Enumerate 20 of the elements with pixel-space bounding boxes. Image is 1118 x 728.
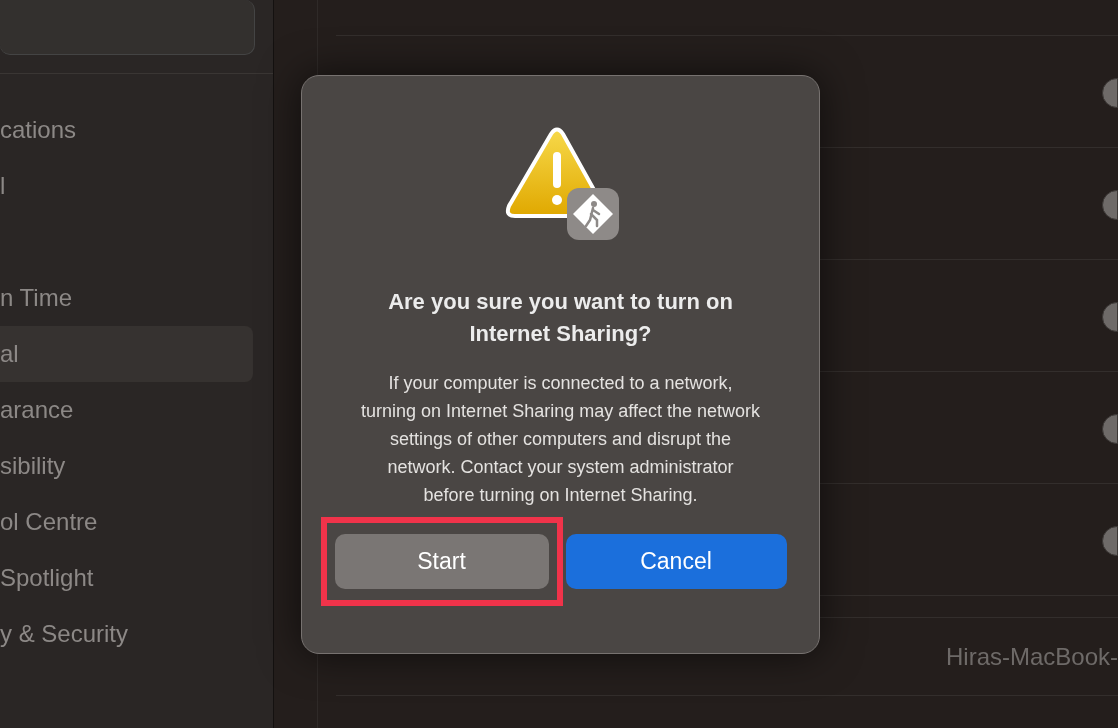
cancel-button[interactable]: Cancel xyxy=(565,534,787,589)
toggle-switch[interactable] xyxy=(1102,190,1118,220)
sidebar-item[interactable]: sibility xyxy=(0,438,253,494)
sidebar-item[interactable]: Spotlight xyxy=(0,550,253,606)
sidebar-item[interactable]: l xyxy=(0,158,253,214)
sidebar-item[interactable]: n Time xyxy=(0,270,253,326)
dialog-message: If your computer is connected to a network, turning on Internet Sharing may affect the network settings of other computers and disrupt the network. Contact your system administrator before turning on Internet Sharing. xyxy=(360,372,761,507)
search-field[interactable] xyxy=(0,0,255,55)
dialog-title: Are you sure you want to turn on Internet Sharing? xyxy=(387,288,734,348)
sidebar-item[interactable]: arance xyxy=(0,382,253,438)
toggle-switch[interactable] xyxy=(1102,526,1118,556)
start-button[interactable]: Start xyxy=(334,534,549,589)
toggle-switch[interactable] xyxy=(1102,414,1118,444)
toggle-switch[interactable] xyxy=(1102,78,1118,108)
toggle-switch[interactable] xyxy=(1102,302,1118,332)
sidebar-item[interactable]: cations xyxy=(0,102,253,158)
sidebar-item[interactable]: al xyxy=(0,326,253,382)
sidebar-item[interactable]: y & Security xyxy=(0,606,253,662)
hostname-value: Hiras-MacBook- xyxy=(945,641,1118,672)
sidebar-item[interactable]: ol Centre xyxy=(0,494,253,550)
